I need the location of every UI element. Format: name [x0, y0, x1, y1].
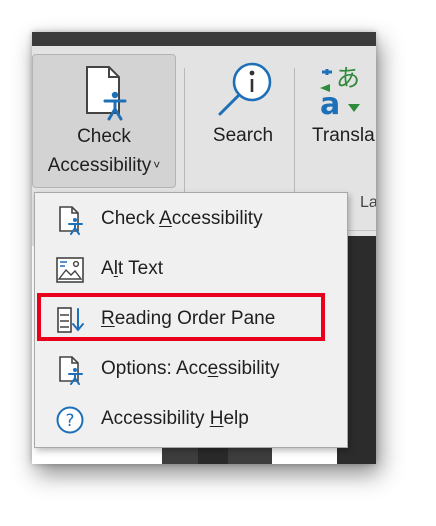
language-group-label: La — [360, 194, 376, 211]
menu-item-label: Check Accessibility — [101, 208, 263, 229]
svg-text:?: ? — [65, 411, 74, 431]
menu-item-alt-text[interactable]: Alt Text — [35, 247, 347, 291]
accessibility-options-icon — [55, 355, 85, 385]
highlight-annotation-box — [37, 293, 325, 341]
title-bar-strip — [32, 32, 376, 46]
ribbon-separator — [184, 68, 185, 196]
menu-item-label: Accessibility Help — [101, 408, 249, 429]
translate-button[interactable]: あ a Transla — [302, 54, 376, 184]
translate-label: Transla — [312, 125, 375, 146]
help-icon: ? — [55, 405, 85, 435]
chevron-down-icon: ˅ — [153, 158, 161, 172]
ribbon-separator — [294, 68, 295, 196]
document-accessibility-icon — [83, 65, 127, 127]
document-accessibility-icon — [55, 205, 85, 235]
search-info-icon — [214, 60, 274, 126]
svg-text:a: a — [320, 87, 340, 120]
menu-item-label: Alt Text — [101, 258, 163, 279]
menu-item-accessibility-help[interactable]: ? Accessibility Help — [35, 397, 347, 441]
menu-item-check-accessibility[interactable]: Check Accessibility — [35, 197, 347, 241]
check-label: Check — [77, 126, 131, 147]
alt-text-icon — [55, 255, 85, 285]
accessibility-label: Accessibility ˅ — [47, 155, 161, 176]
accessibility-dropdown-menu: Check Accessibility Alt Text Reading Ord… — [34, 192, 348, 448]
menu-item-label: Options: Accessibility — [101, 358, 280, 379]
search-button[interactable]: Search — [202, 54, 284, 184]
menu-item-options-accessibility[interactable]: Options: Accessibility — [35, 347, 347, 391]
check-accessibility-button[interactable]: Check Accessibility ˅ — [32, 54, 176, 188]
screenshot-frame: Check Accessibility ˅ Search あ a Transla … — [32, 32, 376, 464]
translate-icon: あ a — [318, 64, 376, 126]
search-label: Search — [212, 125, 274, 146]
